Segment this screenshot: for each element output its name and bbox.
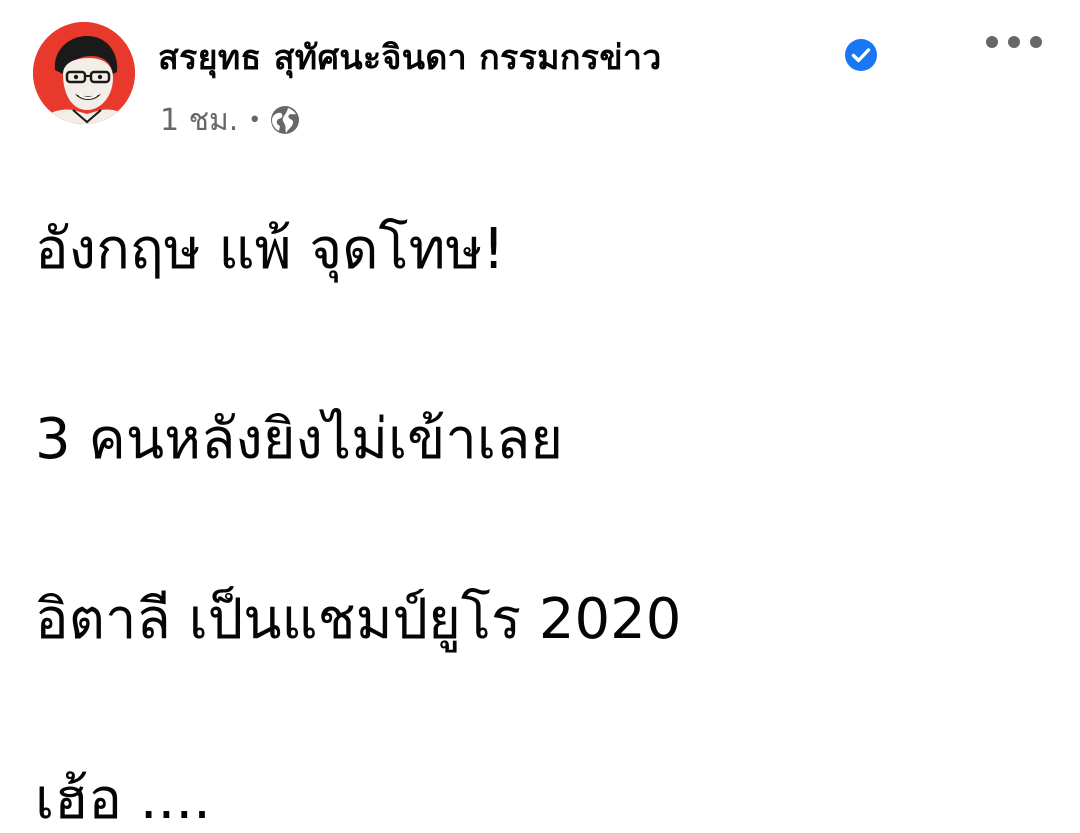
author-avatar[interactable] [33, 22, 135, 124]
post-text-line: เฮ้อ .... [35, 767, 211, 832]
post-meta: 1 ชม. • [160, 100, 301, 140]
meta-separator: • [248, 107, 262, 133]
portrait-avatar-icon [33, 22, 135, 124]
post-text-line: 3 คนหลังยิงไม่เข้าเลย [35, 407, 564, 472]
post-text-line: อังกฤษ แพ้ จุดโทษ! [35, 217, 505, 282]
post-text-line: อิตาลี เป็นแชมป์ยูโร 2020 [35, 587, 682, 652]
globe-icon[interactable] [269, 104, 301, 136]
post-header: สรยุทธ สุทัศนะจินดา กรรมกรข่าว 1 ชม. • [0, 0, 1080, 150]
verified-badge-icon [845, 39, 877, 71]
facebook-post: สรยุทธ สุทัศนะจินดา กรรมกรข่าว 1 ชม. • อ… [0, 0, 1080, 833]
more-options-icon[interactable] [980, 22, 1048, 62]
author-name[interactable]: สรยุทธ สุทัศนะจินดา กรรมกรข่าว [158, 30, 662, 84]
post-timestamp[interactable]: 1 ชม. [160, 97, 238, 144]
